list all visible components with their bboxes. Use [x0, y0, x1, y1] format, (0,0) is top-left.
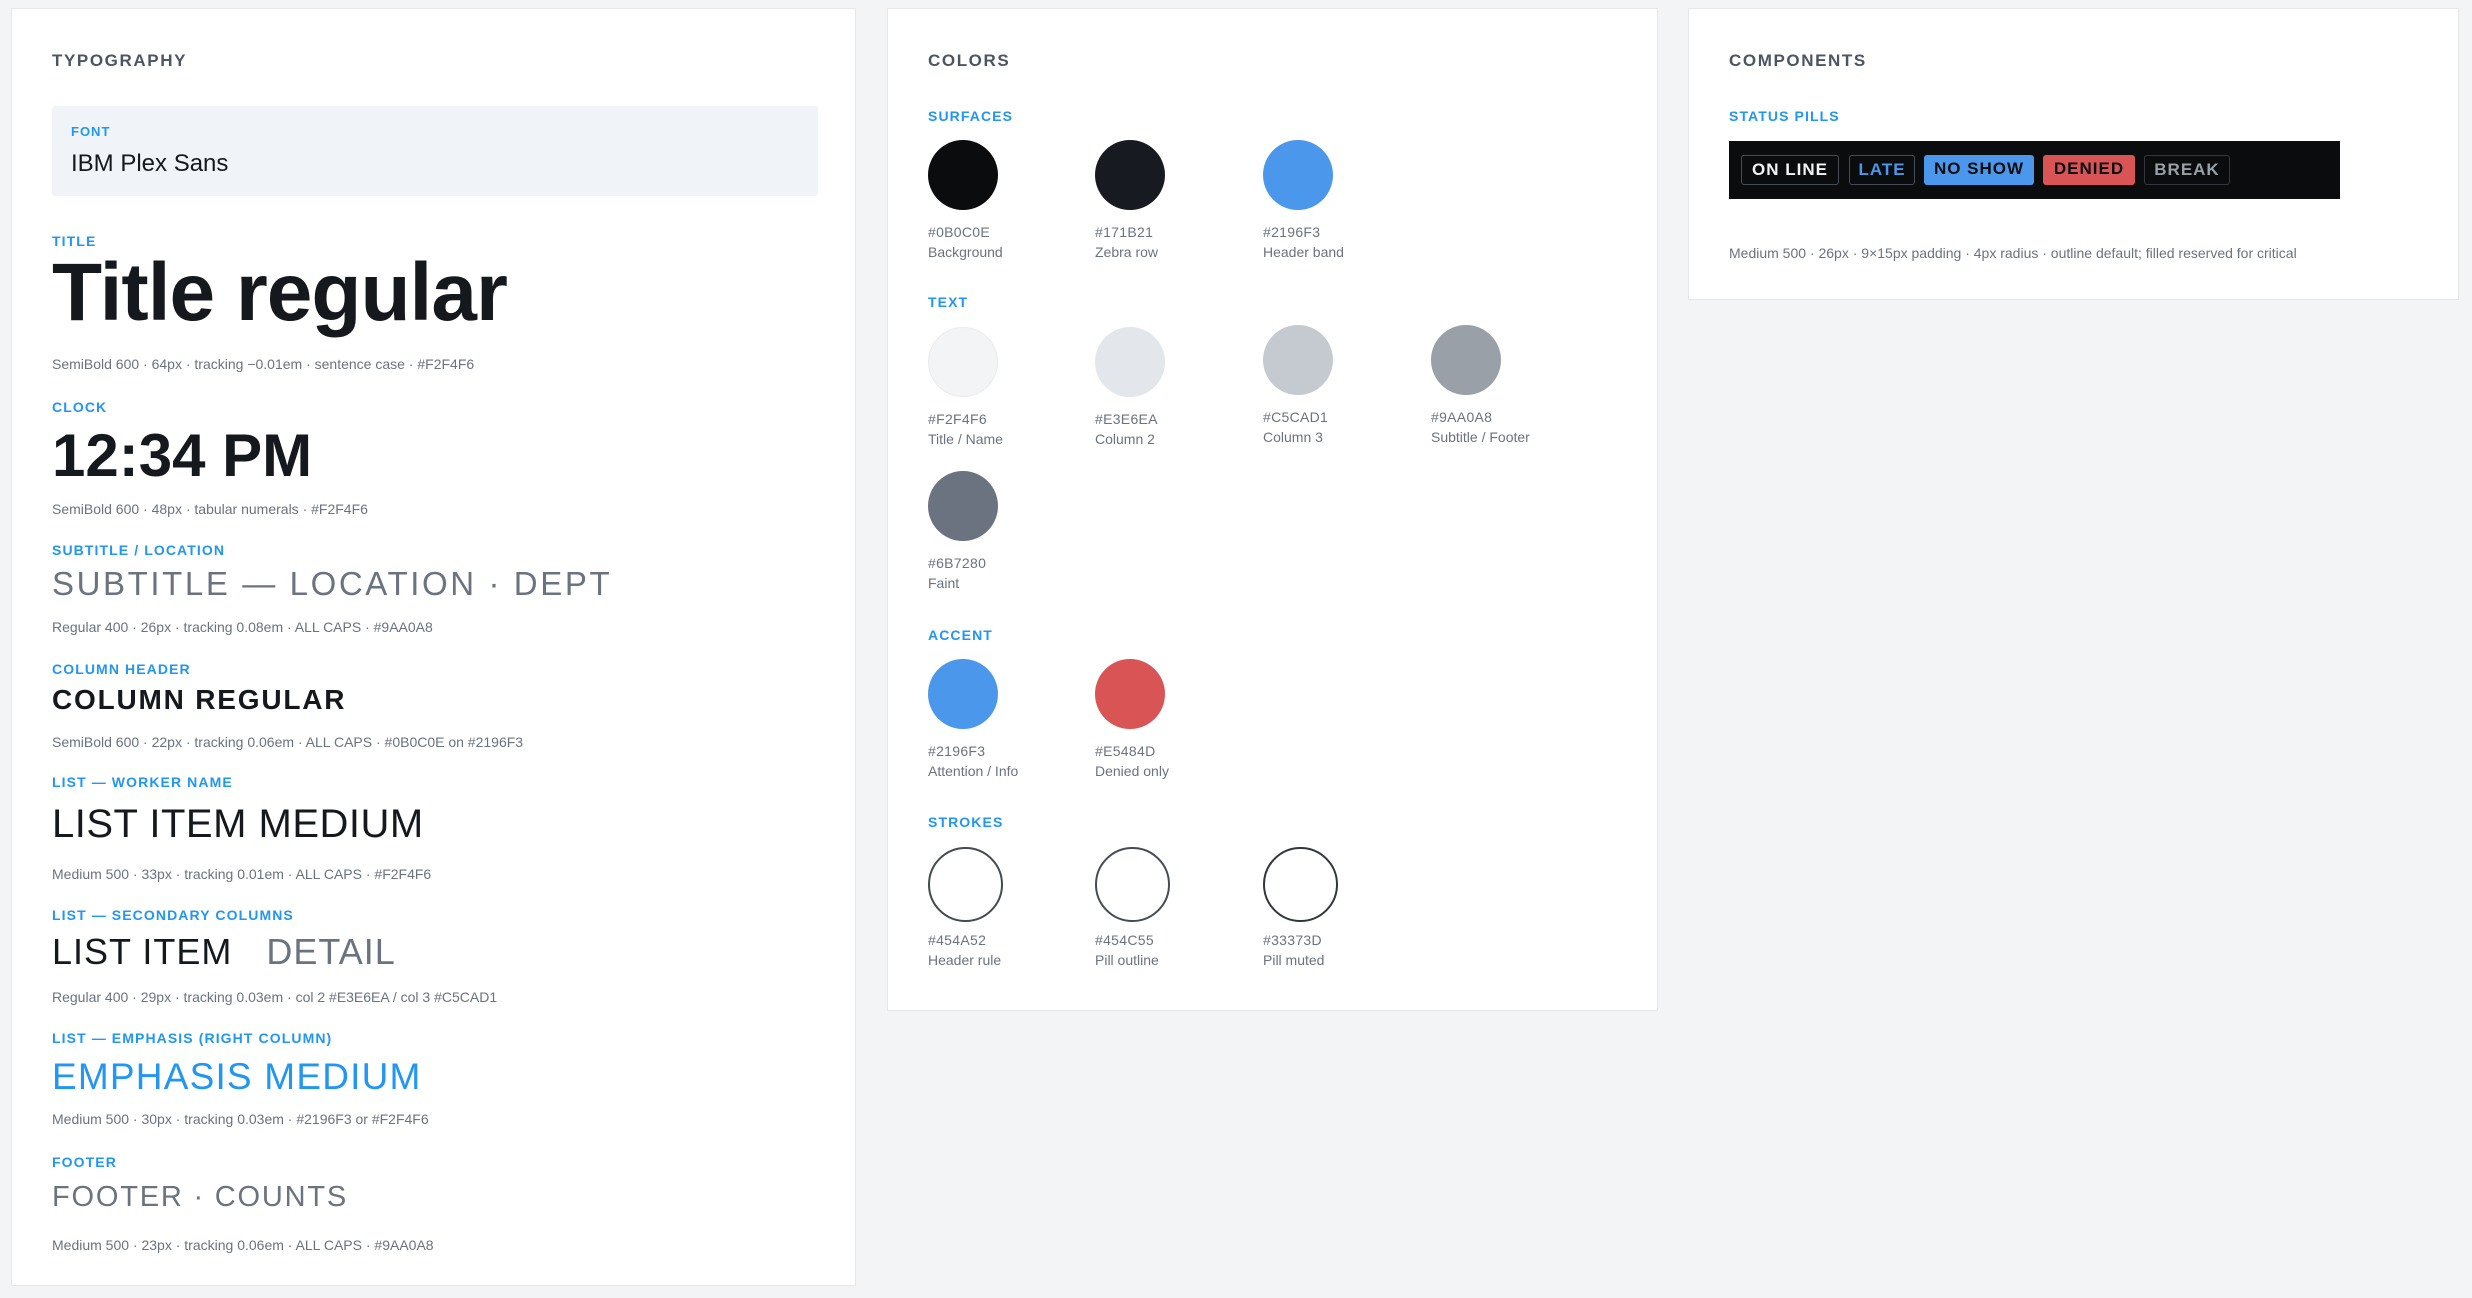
- subtitle-spec: Regular 400 · 26px · tracking 0.08em · A…: [52, 619, 433, 635]
- list-spec: Medium 500 · 33px · tracking 0.01em · AL…: [52, 866, 432, 882]
- swatch-dot: [1095, 327, 1165, 397]
- swatch-hex: #0B0C0E: [928, 224, 991, 240]
- list-sample: LIST ITEM MEDIUM: [52, 802, 424, 846]
- text-colors-label: TEXT: [928, 294, 969, 310]
- swatch-column-3: #C5CAD1 Column 3: [1263, 325, 1383, 445]
- swatch-hex: #9AA0A8: [1431, 409, 1493, 425]
- swatch-zebra-row: #171B21 Zebra row: [1095, 140, 1215, 260]
- pill-on-line[interactable]: ON LINE: [1741, 155, 1839, 185]
- pills-spec: Medium 500 · 26px · 9×15px padding · 4px…: [1729, 245, 2297, 261]
- components-panel: COMPONENTS STATUS PILLS ON LINE LATE NO …: [1688, 8, 2459, 300]
- list-section-label: LIST — WORKER NAME: [52, 774, 233, 790]
- swatch-header-band: #2196F3 Header band: [1263, 140, 1383, 260]
- swatch-dot: [1263, 140, 1333, 210]
- swatch-name: Header rule: [928, 952, 1002, 968]
- swatch-background: #0B0C0E Background: [928, 140, 1048, 260]
- swatch-dot: [1263, 325, 1333, 395]
- secondary-section-label: LIST — SECONDARY COLUMNS: [52, 907, 294, 923]
- swatch-pill-muted: #33373D Pill muted: [1263, 847, 1383, 968]
- swatch-name: Denied only: [1095, 763, 1169, 779]
- colors-title: COLORS: [928, 51, 1011, 70]
- pill-late[interactable]: LATE: [1849, 155, 1915, 185]
- swatch-name: Title / Name: [928, 431, 1003, 447]
- pill-denied[interactable]: DENIED: [2043, 155, 2135, 185]
- swatch-name: Attention / Info: [928, 763, 1019, 779]
- components-title: COMPONENTS: [1729, 51, 1867, 70]
- swatch-name: Column 2: [1095, 431, 1155, 447]
- swatch-name: Column 3: [1263, 429, 1323, 445]
- stroke-ring: [928, 847, 1003, 922]
- swatch-attention-info: #2196F3 Attention / Info: [928, 659, 1078, 779]
- font-box: FONT IBM Plex Sans: [52, 106, 818, 196]
- strokes-label: STROKES: [928, 814, 1004, 830]
- status-pills-label: STATUS PILLS: [1729, 108, 1840, 124]
- title-spec: SemiBold 600 · 64px · tracking −0.01em ·…: [52, 356, 475, 372]
- swatch-dot: [928, 659, 998, 729]
- column-section-label: COLUMN HEADER: [52, 661, 191, 677]
- surfaces-label: SURFACES: [928, 108, 1014, 124]
- secondary-sample: LIST ITEM DETAIL: [52, 934, 396, 970]
- footer-sample: FOOTER · COUNTS: [52, 1181, 349, 1213]
- clock-spec: SemiBold 600 · 48px · tabular numerals ·…: [52, 501, 368, 517]
- clock-sample: 12:34 PM: [52, 422, 313, 489]
- pill-break[interactable]: BREAK: [2144, 155, 2230, 185]
- accent-label: ACCENT: [928, 627, 993, 643]
- swatch-hex: #454C55: [1095, 932, 1154, 948]
- pill-no-show[interactable]: NO SHOW: [1924, 155, 2034, 185]
- footer-section-label: FOOTER: [52, 1154, 117, 1170]
- typography-panel: TYPOGRAPHY FONT IBM Plex Sans TITLE Titl…: [11, 8, 856, 1286]
- emphasis-sample: EMPHASIS MEDIUM: [52, 1056, 422, 1097]
- swatch-column-2: #E3E6EA Column 2: [1095, 327, 1215, 447]
- secondary-sample-detail: DETAIL: [266, 931, 396, 972]
- swatch-name: Zebra row: [1095, 244, 1159, 260]
- title-sample: Title regular: [52, 247, 508, 338]
- swatch-hex: #454A52: [928, 932, 987, 948]
- swatch-subtitle-footer: #9AA0A8 Subtitle / Footer: [1431, 325, 1591, 445]
- subtitle-sample: SUBTITLE — LOCATION · DEPT: [52, 565, 613, 602]
- column-spec: SemiBold 600 · 22px · tracking 0.06em · …: [52, 734, 524, 750]
- swatch-dot: [1095, 659, 1165, 729]
- stroke-ring: [1095, 847, 1170, 922]
- swatch-dot: [928, 471, 998, 541]
- emphasis-spec: Medium 500 · 30px · tracking 0.03em · #2…: [52, 1111, 429, 1127]
- status-pills-bar: ON LINE LATE NO SHOW DENIED BREAK: [1729, 141, 2340, 199]
- clock-section-label: CLOCK: [52, 399, 108, 415]
- footer-spec: Medium 500 · 23px · tracking 0.06em · AL…: [52, 1237, 434, 1253]
- swatch-dot: [1095, 140, 1165, 210]
- swatch-faint: #6B7280 Faint: [928, 471, 1048, 591]
- swatch-title-name: #F2F4F6 Title / Name: [928, 327, 1048, 447]
- secondary-spec: Regular 400 · 29px · tracking 0.03em · c…: [52, 989, 498, 1005]
- swatch-name: Pill outline: [1095, 952, 1159, 968]
- emphasis-section-label: LIST — EMPHASIS (RIGHT COLUMN): [52, 1030, 333, 1046]
- stroke-ring: [1263, 847, 1338, 922]
- swatch-pill-outline: #454C55 Pill outline: [1095, 847, 1215, 968]
- swatch-dot: [1431, 325, 1501, 395]
- secondary-sample-item: LIST ITEM: [52, 931, 233, 972]
- swatch-header-rule: #454A52 Header rule: [928, 847, 1048, 968]
- colors-panel: COLORS SURFACES #0B0C0E Background #171B…: [887, 8, 1658, 1011]
- swatch-denied-only: #E5484D Denied only: [1095, 659, 1215, 779]
- font-label: FONT: [71, 124, 111, 139]
- swatch-hex: #E3E6EA: [1095, 411, 1158, 427]
- swatch-name: Faint: [928, 575, 960, 591]
- swatch-name: Background: [928, 244, 1003, 260]
- typography-title: TYPOGRAPHY: [52, 51, 188, 70]
- swatch-hex: #171B21: [1095, 224, 1154, 240]
- swatch-hex: #2196F3: [1263, 224, 1321, 240]
- swatch-dot: [928, 140, 998, 210]
- swatch-dot: [928, 327, 998, 397]
- swatch-hex: #E5484D: [1095, 743, 1156, 759]
- swatch-hex: #F2F4F6: [928, 411, 987, 427]
- swatch-name: Subtitle / Footer: [1431, 429, 1530, 445]
- swatch-hex: #2196F3: [928, 743, 986, 759]
- subtitle-section-label: SUBTITLE / LOCATION: [52, 542, 226, 558]
- swatch-name: Header band: [1263, 244, 1344, 260]
- swatch-hex: #C5CAD1: [1263, 409, 1329, 425]
- font-value: IBM Plex Sans: [71, 150, 229, 177]
- swatch-name: Pill muted: [1263, 952, 1325, 968]
- column-sample: COLUMN REGULAR: [52, 684, 347, 715]
- swatch-hex: #33373D: [1263, 932, 1322, 948]
- swatch-hex: #6B7280: [928, 555, 987, 571]
